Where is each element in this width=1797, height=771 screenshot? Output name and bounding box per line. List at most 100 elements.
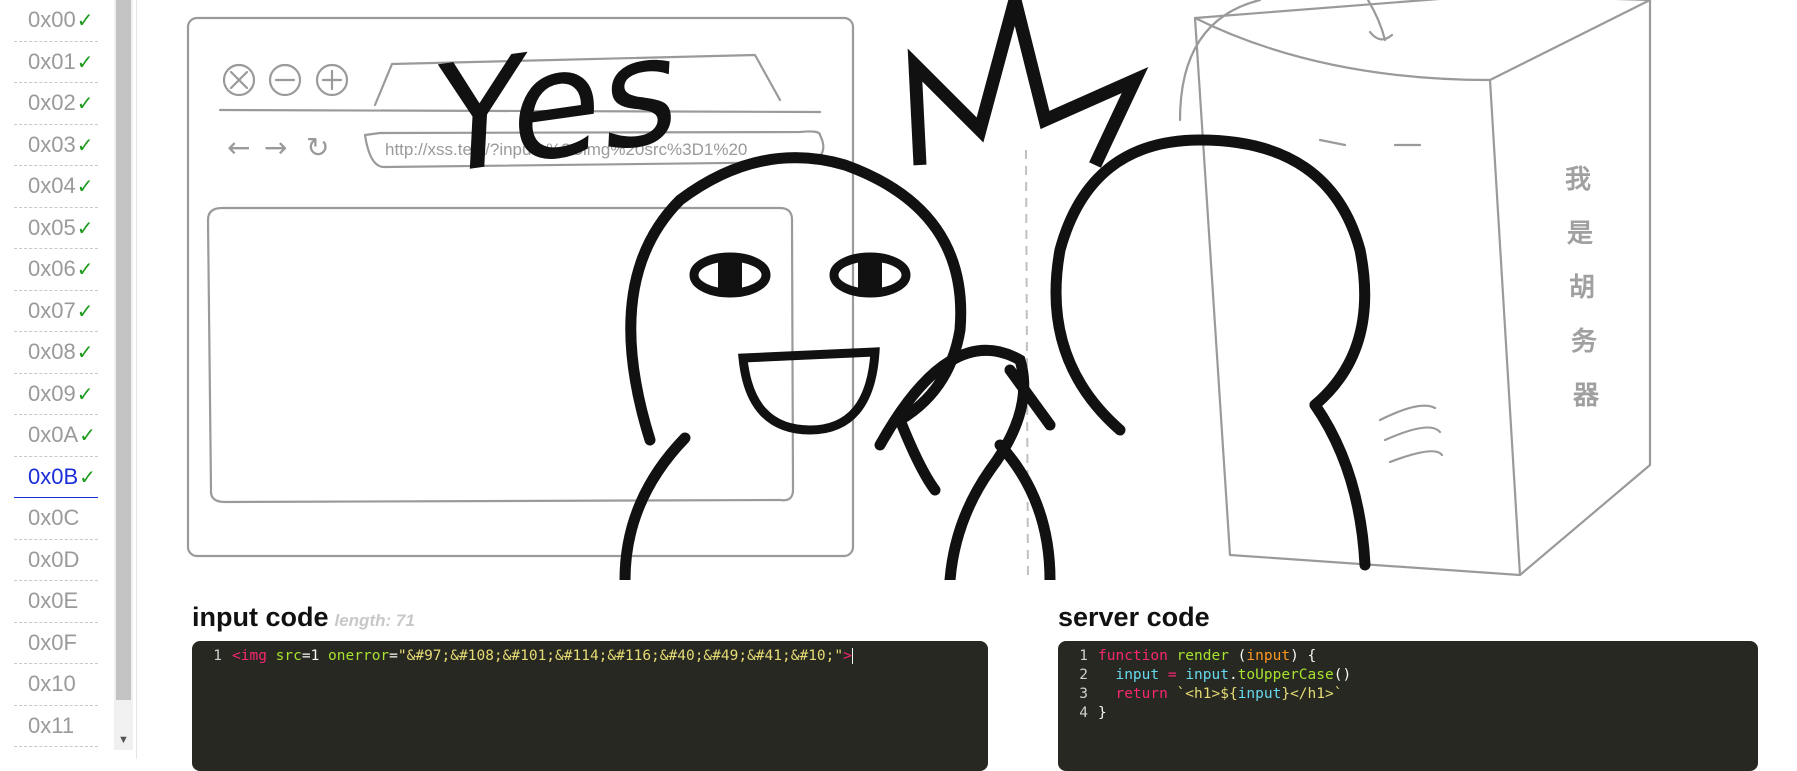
code-line: 1 function render (input) { <box>1058 647 1758 666</box>
code-line: 4} <box>1058 704 1758 723</box>
code-token: } <box>1098 705 1107 721</box>
code-line: 3 return `<h1>${input}</h1>` <box>1058 685 1758 704</box>
level-item-0x05[interactable]: 0x05✓ <box>14 208 98 249</box>
check-icon: ✓ <box>76 259 94 281</box>
server-code-title: server code <box>1058 602 1210 633</box>
refresh-icon: ↻ <box>306 131 329 164</box>
server-label-char: 我 <box>1565 165 1591 195</box>
code-line: 2 input = input.toUpperCase() <box>1058 666 1758 685</box>
level-label: 0x11 <box>28 712 75 738</box>
sidebar-scrollbar[interactable] <box>114 0 133 730</box>
level-item-0x00[interactable]: 0x00✓ <box>14 0 98 42</box>
server-label-char: 胡 <box>1569 273 1595 303</box>
level-label: 0x03 <box>28 131 76 157</box>
scrollbar-thumb[interactable] <box>116 0 131 700</box>
code-token: src <box>266 648 302 664</box>
code-token: . <box>1228 667 1238 683</box>
level-item-0x03[interactable]: 0x03✓ <box>14 125 98 166</box>
code-token: = <box>389 648 398 664</box>
level-item-0x06[interactable]: 0x06✓ <box>14 249 98 291</box>
level-item-0x04[interactable]: 0x04✓ <box>14 166 98 208</box>
code-token: onerror <box>328 648 390 664</box>
level-label: 0x02 <box>28 90 76 115</box>
level-label: 0x0A <box>28 422 79 447</box>
back-arrow-icon: ← <box>227 131 250 164</box>
level-label: 0x09 <box>28 380 76 406</box>
check-icon: ✓ <box>76 176 94 198</box>
eye-pupils <box>718 260 882 290</box>
level-list: 0x00✓ 0x01✓ 0x02✓ 0x03✓ 0x04✓ 0x05✓ 0x06… <box>14 0 98 747</box>
line-number: 3 <box>1079 686 1088 702</box>
code-token: toUpperCase <box>1237 667 1334 683</box>
line-number: 1 <box>213 648 222 664</box>
code-token: input <box>1246 648 1291 664</box>
left-character <box>619 152 1056 580</box>
check-icon: ✓ <box>76 93 94 115</box>
server-label-char: 务 <box>1571 327 1597 357</box>
forward-arrow-icon: → <box>264 131 287 164</box>
level-label: 0x0F <box>28 629 77 655</box>
code-token: input <box>1185 667 1229 683</box>
check-icon: ✓ <box>79 466 96 489</box>
check-icon: ✓ <box>76 10 94 32</box>
scroll-down-icon[interactable]: ▼ <box>114 730 133 750</box>
level-item-0x0E[interactable]: 0x0E <box>14 581 98 623</box>
level-item-0x08[interactable]: 0x08✓ <box>14 332 98 374</box>
text-cursor <box>851 648 853 664</box>
level-sidebar: 0x00✓ 0x01✓ 0x02✓ 0x03✓ 0x04✓ 0x05✓ 0x06… <box>0 0 137 759</box>
code-token: }</h1>` <box>1281 686 1343 702</box>
code-token: return <box>1098 686 1168 702</box>
level-label: 0x10 <box>28 671 76 696</box>
code-token: = <box>1159 667 1186 683</box>
code-token: () <box>1333 667 1352 683</box>
level-label: 0x01 <box>28 48 76 74</box>
level-label: 0x04 <box>28 173 76 198</box>
server-label: 我 是 胡 务 器 <box>1565 165 1600 411</box>
level-item-0x10[interactable]: 0x10 <box>14 664 98 706</box>
server-label-char: 是 <box>1567 219 1593 249</box>
code-token: ) { <box>1290 648 1317 664</box>
code-token: input <box>1098 667 1160 683</box>
code-token: `<h1>${ <box>1176 686 1238 702</box>
level-label: 0x0D <box>28 546 80 572</box>
level-label: 0x00 <box>28 7 76 32</box>
check-icon: ✓ <box>76 134 94 157</box>
server-code-editor: 1 function render (input) { 2 input = inp… <box>1058 641 1758 771</box>
server-label-char: 器 <box>1572 381 1600 411</box>
success-illustration: ← → ↻ http://xss.test/?input=%3Cimg%20sr… <box>186 0 1652 580</box>
level-label: 0x0E <box>28 588 79 613</box>
line-number: 1 <box>1079 648 1088 664</box>
check-icon: ✓ <box>76 217 94 240</box>
level-item-0x0B[interactable]: 0x0B✓ <box>14 457 98 498</box>
level-item-0x0F[interactable]: 0x0F <box>14 623 98 664</box>
code-token: function <box>1098 648 1168 664</box>
code-token: ( <box>1228 648 1247 664</box>
check-icon: ✓ <box>76 51 94 74</box>
input-title-text: input code <box>192 602 329 632</box>
level-item-0x11[interactable]: 0x11 <box>14 706 98 747</box>
input-code-title: input code length: 71 <box>192 602 415 633</box>
code-token: input <box>1237 686 1282 702</box>
level-item-0x01[interactable]: 0x01✓ <box>14 42 98 83</box>
level-label: 0x06 <box>28 256 76 281</box>
check-icon: ✓ <box>76 383 94 406</box>
code-token: =1 <box>301 648 329 664</box>
level-item-0x02[interactable]: 0x02✓ <box>14 83 98 125</box>
level-item-0x0D[interactable]: 0x0D <box>14 540 98 581</box>
level-item-0x07[interactable]: 0x07✓ <box>14 291 98 332</box>
level-item-0x0C[interactable]: 0x0C <box>14 498 98 540</box>
level-item-0x0A[interactable]: 0x0A✓ <box>14 415 98 457</box>
level-item-0x09[interactable]: 0x09✓ <box>14 374 98 415</box>
code-token: "&#97;&#108;&#101;&#114;&#116;&#40;&#49;… <box>397 648 844 664</box>
code-token: render <box>1167 648 1229 664</box>
line-number: 2 <box>1079 667 1088 683</box>
code-token: <img <box>232 648 267 664</box>
input-code-editor[interactable]: 1 <img src=1 onerror="&#97;&#108;&#101;&#… <box>192 641 988 771</box>
check-icon: ✓ <box>76 342 94 364</box>
spark-icon <box>907 0 1149 168</box>
level-label: 0x0C <box>28 505 80 530</box>
length-label: length: 71 <box>334 611 415 630</box>
yes-text: Yes <box>424 3 688 207</box>
check-icon: ✓ <box>79 425 96 447</box>
